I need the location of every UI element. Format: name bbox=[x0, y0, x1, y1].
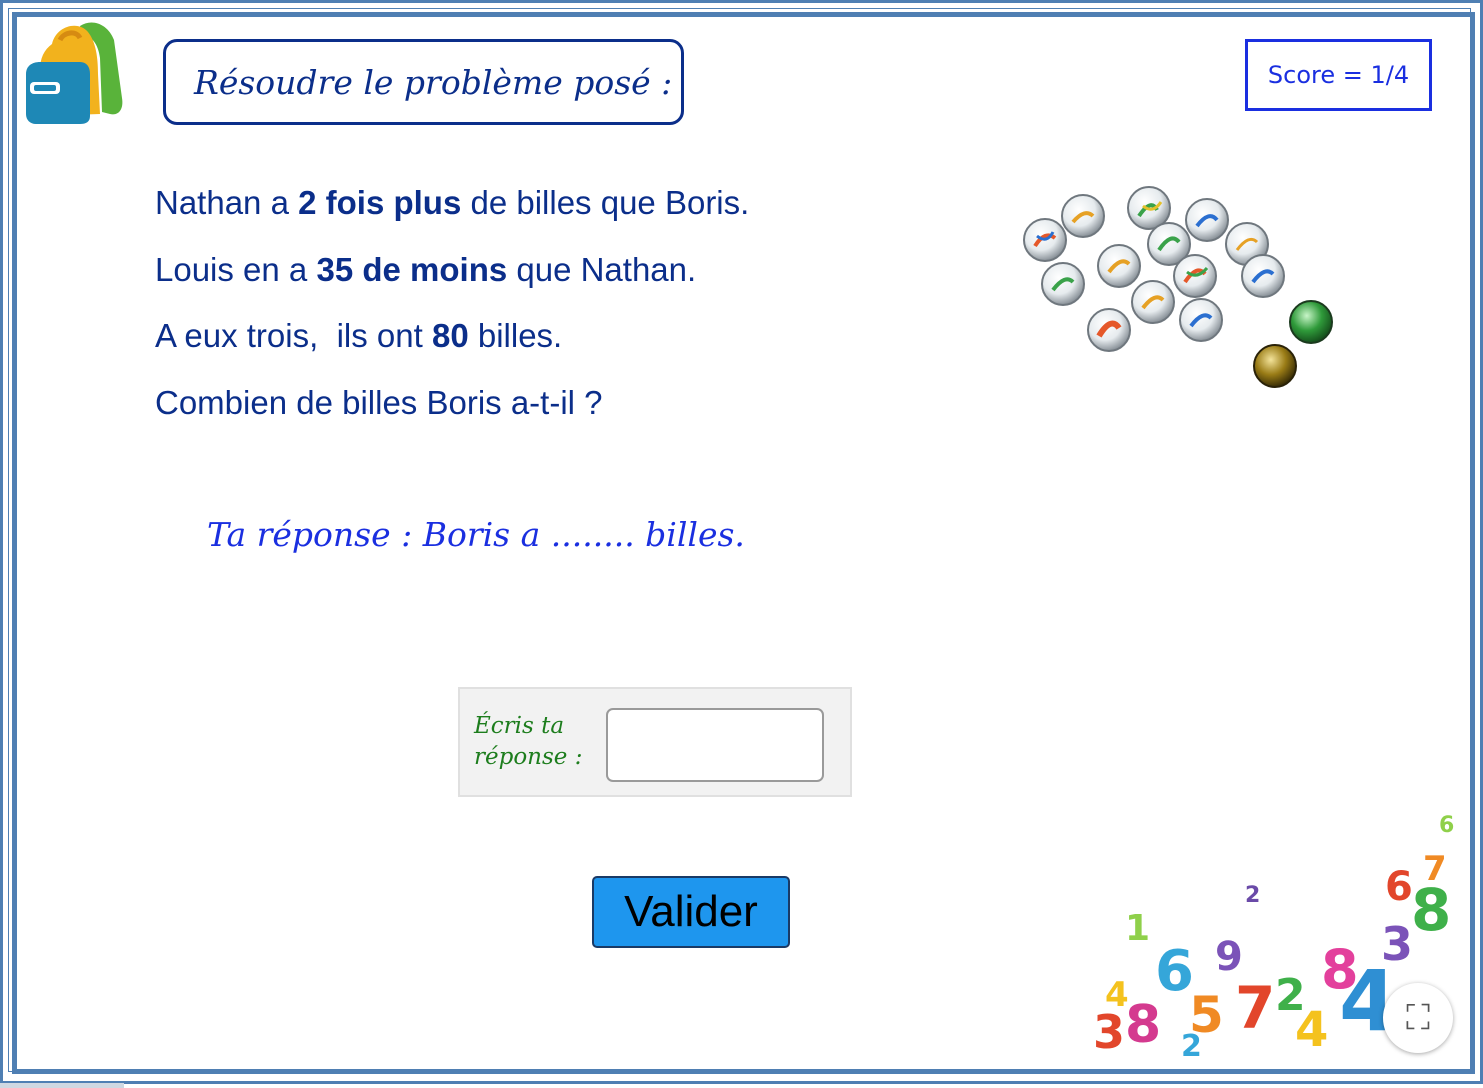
bottom-scroll-tab bbox=[0, 1083, 124, 1088]
svg-text:2: 2 bbox=[1181, 1029, 1202, 1058]
answer-input[interactable] bbox=[606, 708, 824, 782]
svg-text:4: 4 bbox=[1295, 1002, 1328, 1058]
instruction-box: Résoudre le problème posé : bbox=[163, 39, 684, 125]
fullscreen-button[interactable]: ⛶ bbox=[1383, 983, 1453, 1053]
validate-button[interactable]: Valider bbox=[592, 876, 790, 948]
validate-button-label: Valider bbox=[624, 887, 758, 936]
problem-line-3-bold: 80 bbox=[431, 317, 469, 354]
svg-text:7: 7 bbox=[1423, 849, 1447, 889]
problem-line-2-pre: Louis en a bbox=[155, 250, 317, 288]
instruction-title: Résoudre le problème posé : bbox=[194, 62, 673, 102]
problem-line-2-bold: 35 de moins bbox=[316, 250, 508, 288]
problem-line-2-post: que Nathan. bbox=[507, 250, 697, 288]
svg-text:2: 2 bbox=[1245, 883, 1260, 908]
problem-line-1-pre: Nathan a bbox=[155, 184, 299, 221]
backpack-icon bbox=[26, 22, 123, 124]
svg-text:8: 8 bbox=[1125, 995, 1161, 1055]
answer-panel: Écris ta réponse : bbox=[458, 687, 852, 797]
score-text: Score = 1/4 bbox=[1267, 61, 1410, 89]
problem-line-3-pre: A eux trois, ils ont bbox=[155, 317, 432, 354]
answer-label-line-2: réponse : bbox=[474, 744, 583, 770]
problem-line-1-bold: 2 fois plus bbox=[298, 184, 462, 221]
problem-line-3: A eux trois, ils ont 80 billes. bbox=[155, 313, 749, 380]
marbles-image bbox=[1023, 186, 1333, 388]
svg-text:6: 6 bbox=[1385, 864, 1413, 910]
svg-text:1: 1 bbox=[1125, 908, 1150, 949]
problem-line-4: Combien de billes Boris a-t-il ? bbox=[155, 383, 603, 421]
svg-text:3: 3 bbox=[1381, 917, 1413, 971]
problem-line-1: Nathan a 2 fois plus de billes que Boris… bbox=[155, 180, 749, 247]
svg-text:4: 4 bbox=[1105, 975, 1129, 1015]
svg-text:7: 7 bbox=[1235, 974, 1275, 1042]
score-box: Score = 1/4 bbox=[1245, 39, 1432, 111]
fullscreen-icon: ⛶ bbox=[1406, 998, 1430, 1038]
problem-statement: Nathan a 2 fois plus de billes que Boris… bbox=[155, 180, 749, 446]
answer-hint: Ta réponse : Boris a ........ billes. bbox=[207, 515, 745, 554]
svg-text:6: 6 bbox=[1439, 813, 1454, 838]
problem-line-2: Louis en a 35 de moins que Nathan. bbox=[155, 247, 749, 314]
answer-label-line-1: Écris ta bbox=[474, 713, 565, 739]
problem-line-1-post: de billes que Boris. bbox=[461, 184, 750, 221]
answer-label: Écris ta réponse : bbox=[474, 711, 594, 773]
problem-line-3-post: billes. bbox=[468, 317, 563, 354]
